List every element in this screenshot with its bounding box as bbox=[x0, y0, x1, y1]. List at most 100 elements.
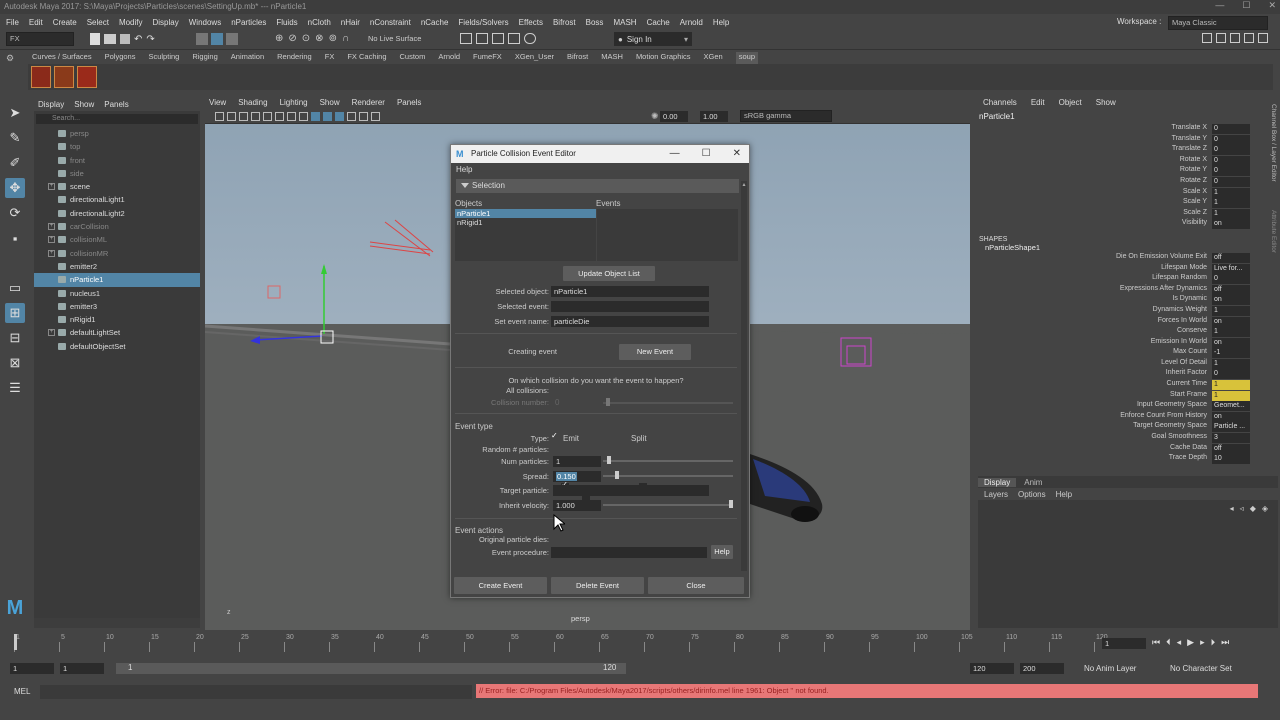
expand-icon[interactable]: + bbox=[48, 329, 55, 337]
script-layout-icon[interactable]: ☰ bbox=[5, 378, 25, 398]
shelf-tab[interactable]: Animation bbox=[231, 52, 264, 64]
dialog-scrollbar[interactable]: ▴ bbox=[741, 181, 747, 571]
bookmark-icon[interactable] bbox=[239, 112, 248, 121]
menu-boss[interactable]: Boss bbox=[586, 18, 604, 27]
menu-file[interactable]: File bbox=[6, 18, 19, 27]
delete-event-button[interactable]: Delete Event bbox=[551, 577, 644, 594]
event-procedure-help-button[interactable]: Help bbox=[711, 545, 733, 559]
outliner-item[interactable]: nRigid1 bbox=[34, 313, 200, 326]
magnet-icon[interactable]: ∩ bbox=[342, 33, 349, 44]
channel-attribute[interactable]: Translate Y 0 bbox=[975, 134, 1280, 146]
menu-fieldssolvers[interactable]: Fields/Solvers bbox=[458, 18, 508, 27]
create-event-button[interactable]: Create Event bbox=[454, 577, 547, 594]
attribute-value[interactable]: on bbox=[1212, 219, 1250, 230]
sign-in-button[interactable]: ● Sign In ▾ bbox=[614, 32, 692, 46]
channel-box-side-tab[interactable]: Channel Box / Layer Editor bbox=[1267, 104, 1277, 204]
shelf-tab[interactable]: FumeFX bbox=[473, 52, 502, 64]
num-particles-slider[interactable] bbox=[603, 460, 733, 462]
shelf-tab[interactable]: Custom bbox=[400, 52, 426, 64]
tool-settings-icon[interactable] bbox=[1230, 33, 1240, 43]
attribute-value[interactable]: 1 bbox=[1212, 327, 1250, 338]
render-frame-icon[interactable] bbox=[476, 33, 488, 44]
snap-surface-icon[interactable]: ⊚ bbox=[329, 33, 337, 44]
attribute-value[interactable]: on bbox=[1212, 411, 1250, 422]
snap-grid-icon[interactable]: ⊕ bbox=[275, 33, 283, 44]
shelf-tool-2-icon[interactable] bbox=[54, 66, 74, 88]
single-perspective-icon[interactable]: ▭ bbox=[5, 278, 25, 298]
close-button[interactable]: Close bbox=[648, 577, 744, 594]
expand-icon[interactable]: + bbox=[48, 236, 55, 244]
new-layer-selected-icon[interactable]: ◈ bbox=[1262, 504, 1268, 513]
time-slider[interactable]: 1 5 10 15 20 25 30 35 40 45 50 55 60 65 70 75 80 85 90 95 10… bbox=[0, 632, 1280, 654]
channel-menu-item[interactable]: Object bbox=[1059, 98, 1082, 110]
shadows-icon[interactable] bbox=[347, 112, 356, 121]
menu-ncloth[interactable]: nCloth bbox=[308, 18, 331, 27]
menu-nparticles[interactable]: nParticles bbox=[231, 18, 266, 27]
selected-object-field[interactable]: nParticle1 bbox=[551, 286, 709, 297]
attribute-value[interactable]: off bbox=[1212, 443, 1250, 454]
lights-icon[interactable] bbox=[335, 112, 344, 121]
playback-end-field[interactable]: 120 bbox=[970, 663, 1014, 674]
scroll-up-icon[interactable]: ▴ bbox=[741, 181, 747, 188]
channel-attribute[interactable]: Forces In World on bbox=[975, 316, 1280, 328]
textured-icon[interactable] bbox=[323, 112, 332, 121]
outliner-layout-icon[interactable]: ⊟ bbox=[5, 328, 25, 348]
attribute-value[interactable]: 1 bbox=[1212, 187, 1250, 198]
grid-icon[interactable] bbox=[263, 112, 272, 121]
channel-attribute[interactable]: Scale Y 1 bbox=[975, 198, 1280, 209]
dialog-close-icon[interactable]: ✕ bbox=[733, 145, 741, 163]
start-time-field[interactable]: 1 bbox=[10, 663, 54, 674]
menu-ncache[interactable]: nCache bbox=[421, 18, 449, 27]
channel-attribute[interactable]: Goal Smoothness 3 bbox=[975, 433, 1280, 444]
shelf-tab[interactable]: Polygons bbox=[105, 52, 136, 64]
outliner-item[interactable]: emitter3 bbox=[34, 300, 200, 313]
new-layer-icon[interactable]: ◆ bbox=[1250, 504, 1256, 513]
viewport-menu-item[interactable]: Panels bbox=[397, 98, 421, 110]
maximize-button[interactable]: ☐ bbox=[1242, 0, 1250, 14]
outliner-item[interactable]: nucleus1 bbox=[34, 287, 200, 300]
four-view-layout-icon[interactable]: ⊞ bbox=[5, 303, 25, 323]
all-collisions-checkbox[interactable] bbox=[551, 431, 559, 442]
outliner-item[interactable]: defaultObjectSet bbox=[34, 340, 200, 353]
channel-attribute[interactable]: Enforce Count From History on bbox=[975, 411, 1280, 423]
shelf-tab[interactable]: Arnold bbox=[438, 52, 460, 64]
attribute-value[interactable]: 0 bbox=[1212, 274, 1250, 285]
attribute-value[interactable]: 0 bbox=[1212, 369, 1250, 380]
channel-attribute[interactable]: Rotate X 0 bbox=[975, 155, 1280, 167]
go-to-start-icon[interactable]: ⏮ bbox=[1152, 637, 1160, 648]
smooth-shade-icon[interactable] bbox=[311, 112, 320, 121]
attribute-value[interactable]: off bbox=[1212, 284, 1250, 295]
menu-windows[interactable]: Windows bbox=[189, 18, 221, 27]
dialog-minimize-icon[interactable]: — bbox=[670, 145, 680, 163]
spread-handle[interactable] bbox=[615, 471, 619, 479]
outliner-item[interactable]: top bbox=[34, 140, 200, 153]
redo-icon[interactable]: ↷ bbox=[146, 34, 154, 45]
event-name-input[interactable]: particleDie bbox=[551, 316, 709, 327]
selected-event-field[interactable] bbox=[551, 301, 709, 312]
channel-attribute[interactable]: Rotate Z 0 bbox=[975, 176, 1280, 188]
shelf-tab[interactable]: XGen bbox=[704, 52, 723, 64]
spread-field[interactable]: 0.150 bbox=[553, 471, 601, 482]
outliner-item[interactable]: + defaultLightSet bbox=[34, 326, 200, 339]
channel-attribute[interactable]: Emission In World on bbox=[975, 337, 1280, 349]
channel-attribute[interactable]: Rotate Y 0 bbox=[975, 166, 1280, 177]
channel-attribute[interactable]: Die On Emission Volume Exit off bbox=[975, 252, 1280, 264]
move-layer-down-icon[interactable]: ◃ bbox=[1240, 504, 1244, 513]
attribute-value[interactable]: 1 bbox=[1212, 198, 1250, 209]
menu-cache[interactable]: Cache bbox=[647, 18, 670, 27]
ipr-render-icon[interactable] bbox=[492, 33, 504, 44]
outliner-scrollbar[interactable] bbox=[34, 618, 200, 628]
outliner-search-input[interactable]: Search... bbox=[36, 114, 198, 124]
shelf-tab[interactable]: Bifrost bbox=[567, 52, 588, 64]
current-time-indicator[interactable] bbox=[14, 634, 17, 650]
color-space-dropdown[interactable]: sRGB gamma bbox=[740, 110, 832, 122]
attribute-value[interactable]: -1 bbox=[1212, 348, 1250, 359]
inherit-velocity-handle[interactable] bbox=[729, 500, 733, 508]
outliner-item[interactable]: + collisionMR bbox=[34, 247, 200, 260]
channel-attribute[interactable]: Max Count -1 bbox=[975, 348, 1280, 359]
channel-attribute[interactable]: Trace Depth 10 bbox=[975, 454, 1280, 465]
channel-attribute[interactable]: Current Time 1 bbox=[975, 380, 1280, 391]
attribute-value[interactable]: 0 bbox=[1212, 145, 1250, 156]
channel-attribute[interactable]: Cache Data off bbox=[975, 443, 1280, 455]
character-set-dropdown[interactable]: No Character Set bbox=[1170, 664, 1232, 673]
